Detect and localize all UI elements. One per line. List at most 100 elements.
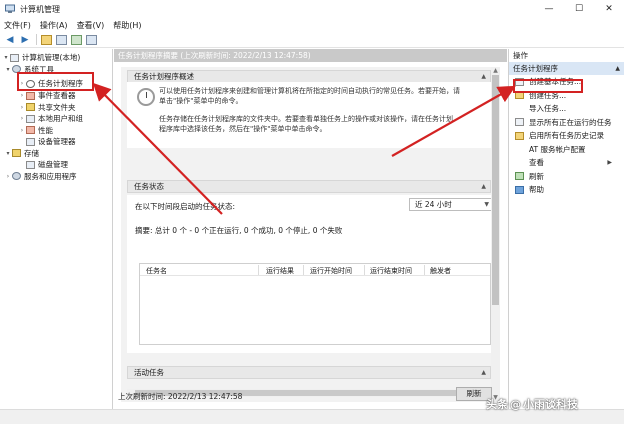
action-enable-history[interactable]: 启用所有任务历史记录 bbox=[509, 129, 624, 143]
expand-toggle-icon[interactable]: › bbox=[18, 115, 26, 122]
column-divider bbox=[364, 265, 365, 275]
properties-icon[interactable] bbox=[71, 34, 82, 45]
actions-section-title: 任务计划程序 bbox=[513, 64, 558, 73]
summary-content: 任务计划程序概述 ▲ 可以使用任务计划程序来创建和管理计算机将在所指定的时间自动… bbox=[121, 67, 493, 402]
scroll-up-icon[interactable]: ▲ bbox=[491, 67, 500, 75]
action-label: 帮助 bbox=[529, 185, 544, 195]
action-import-task[interactable]: 导入任务... bbox=[509, 102, 624, 116]
tree-item-label: 本地用户和组 bbox=[38, 114, 83, 124]
task-status-table: 任务名 运行结果 运行开始时间 运行结束时间 触发者 bbox=[139, 263, 491, 345]
tree-item-label: 性能 bbox=[38, 125, 53, 135]
vertical-scrollbar[interactable]: ▲ ▼ bbox=[491, 67, 500, 402]
watermark-name: 小雨谈科技 bbox=[523, 398, 578, 411]
summary-header: 任务计划程序摘要 (上次刷新时间: 2022/2/13 12:47:58) bbox=[114, 49, 507, 62]
scrollbar-thumb[interactable] bbox=[492, 75, 499, 305]
event-viewer-icon bbox=[26, 91, 35, 100]
collapse-caret-icon[interactable]: ▲ bbox=[615, 62, 620, 75]
expand-toggle-icon[interactable]: › bbox=[18, 127, 26, 134]
tree-item-performance[interactable]: › 性能 bbox=[0, 125, 112, 137]
history-icon bbox=[515, 131, 524, 140]
column-divider bbox=[303, 265, 304, 275]
overview-section: 可以使用任务计划程序来创建和管理计算机将在所指定的时间自动执行的常见任务。若要开… bbox=[127, 82, 491, 148]
expand-toggle-icon[interactable]: › bbox=[18, 92, 26, 99]
status-section-title: 任务状态 bbox=[134, 182, 164, 191]
collapse-caret-icon[interactable]: ▲ bbox=[481, 367, 486, 378]
submenu-arrow-icon: ▶ bbox=[607, 159, 612, 167]
actions-pane: 操作 任务计划程序 ▲ 创建基本任务... 创建任务... 导入任务... 显示… bbox=[508, 49, 624, 409]
menu-action[interactable]: 操作(A) bbox=[40, 20, 68, 31]
tree-item-label: 存储 bbox=[24, 148, 39, 158]
close-button[interactable]: ✕ bbox=[594, 0, 624, 18]
shared-folder-icon bbox=[26, 103, 35, 112]
expand-toggle-icon[interactable]: ▾ bbox=[4, 66, 12, 73]
status-section: 在以下时间段启动的任务状态: 近 24 小时 ▼ 摘要: 总计 0 个 - 0 … bbox=[127, 195, 493, 353]
tree-item-storage[interactable]: ▾ 存储 bbox=[0, 148, 112, 160]
folder-up-icon[interactable] bbox=[41, 34, 52, 45]
maximize-button[interactable]: ☐ bbox=[564, 0, 594, 18]
collapse-caret-icon[interactable]: ▲ bbox=[481, 71, 486, 82]
status-period-label: 在以下时间段启动的任务状态: bbox=[135, 202, 236, 211]
tree-item-label: 磁盘管理 bbox=[38, 160, 68, 170]
menu-view[interactable]: 查看(V) bbox=[77, 20, 105, 31]
task-scheduler-highlight-box bbox=[17, 72, 94, 91]
show-hide-tree-icon[interactable] bbox=[56, 34, 67, 45]
watermark-prefix: 头条 bbox=[486, 398, 508, 411]
minimize-button[interactable]: — bbox=[534, 0, 564, 18]
title-bar: 计算机管理 — ☐ ✕ bbox=[0, 0, 624, 18]
refresh-icon bbox=[515, 172, 524, 181]
menu-help[interactable]: 帮助(H) bbox=[113, 20, 141, 31]
performance-icon bbox=[26, 126, 35, 135]
action-refresh[interactable]: 刷新 bbox=[509, 170, 624, 184]
status-summary: 摘要: 总计 0 个 - 0 个正在运行, 0 个成功, 0 个停止, 0 个失… bbox=[135, 226, 343, 235]
expand-toggle-icon[interactable]: › bbox=[4, 173, 12, 180]
action-label: 显示所有正在运行的任务 bbox=[529, 117, 612, 127]
action-view[interactable]: 查看 ▶ bbox=[509, 156, 624, 170]
column-task-name[interactable]: 任务名 bbox=[146, 266, 167, 276]
overview-paragraph-1-line-1: 可以使用任务计划程序来创建和管理计算机将在所指定的时间自动执行的常见任务。若要开… bbox=[159, 87, 460, 95]
column-triggered-by[interactable]: 触发者 bbox=[430, 266, 451, 276]
tree-item-local-users[interactable]: › 本地用户和组 bbox=[0, 113, 112, 125]
running-tasks-icon bbox=[515, 118, 524, 127]
expand-toggle-icon[interactable]: ▾ bbox=[4, 150, 12, 157]
table-header: 任务名 运行结果 运行开始时间 运行结束时间 触发者 bbox=[140, 264, 490, 276]
overview-paragraph-2-line-2: 程序库中选择该任务，然后在"操作"菜单中单击命令。 bbox=[159, 125, 327, 133]
back-arrow-icon[interactable]: ◀ bbox=[4, 34, 16, 46]
window-title: 计算机管理 bbox=[20, 4, 60, 14]
chevron-down-icon: ▼ bbox=[484, 201, 489, 208]
tree-item-device-manager[interactable]: 设备管理器 bbox=[0, 136, 112, 148]
expand-toggle-icon[interactable]: › bbox=[18, 104, 26, 111]
computer-management-icon bbox=[10, 53, 19, 62]
action-label: 刷新 bbox=[529, 171, 544, 181]
forward-arrow-icon[interactable]: ▶ bbox=[19, 34, 31, 46]
console-tree: ▾ 计算机管理(本地) ▾ 系统工具 › 任务计划程序 › 事件查看器 › 共享… bbox=[0, 49, 113, 409]
column-run-start[interactable]: 运行开始时间 bbox=[310, 266, 352, 276]
status-section-header[interactable]: 任务状态 ▲ bbox=[127, 180, 491, 193]
collapse-caret-icon[interactable]: ▲ bbox=[481, 181, 486, 192]
device-manager-icon bbox=[26, 137, 35, 146]
action-label: AT 服务帐户配置 bbox=[529, 144, 586, 154]
tree-item-disk-management[interactable]: 磁盘管理 bbox=[0, 159, 112, 171]
help-icon[interactable] bbox=[86, 34, 97, 45]
overview-section-title: 任务计划程序概述 bbox=[134, 72, 194, 81]
watermark-at: @ bbox=[510, 397, 521, 411]
tree-item-label: 计算机管理(本地) bbox=[22, 53, 81, 63]
active-tasks-section-header[interactable]: 活动任务 ▲ bbox=[127, 366, 491, 379]
actions-section-task-scheduler[interactable]: 任务计划程序 ▲ bbox=[509, 62, 624, 75]
action-help[interactable]: 帮助 bbox=[509, 183, 624, 197]
column-run-result[interactable]: 运行结果 bbox=[266, 266, 294, 276]
tree-item-event-viewer[interactable]: › 事件查看器 bbox=[0, 90, 112, 102]
action-at-service-config[interactable]: AT 服务帐户配置 bbox=[509, 143, 624, 157]
menu-file[interactable]: 文件(F) bbox=[4, 20, 31, 31]
computer-management-icon bbox=[5, 4, 15, 13]
users-icon bbox=[26, 114, 35, 123]
status-period-select[interactable]: 近 24 小时 ▼ bbox=[409, 198, 493, 211]
action-label: 启用所有任务历史记录 bbox=[529, 131, 604, 141]
column-run-end[interactable]: 运行结束时间 bbox=[370, 266, 412, 276]
summary-pane: 任务计划程序摘要 (上次刷新时间: 2022/2/13 12:47:58) 任务… bbox=[114, 49, 507, 409]
tree-item-services-apps[interactable]: › 服务和应用程序 bbox=[0, 171, 112, 183]
tree-item-computer-management[interactable]: ▾ 计算机管理(本地) bbox=[0, 52, 112, 64]
tree-item-shared-folders[interactable]: › 共享文件夹 bbox=[0, 102, 112, 114]
help-icon bbox=[515, 185, 524, 194]
action-show-running-tasks[interactable]: 显示所有正在运行的任务 bbox=[509, 116, 624, 130]
expand-toggle-icon[interactable]: ▾ bbox=[2, 54, 10, 61]
